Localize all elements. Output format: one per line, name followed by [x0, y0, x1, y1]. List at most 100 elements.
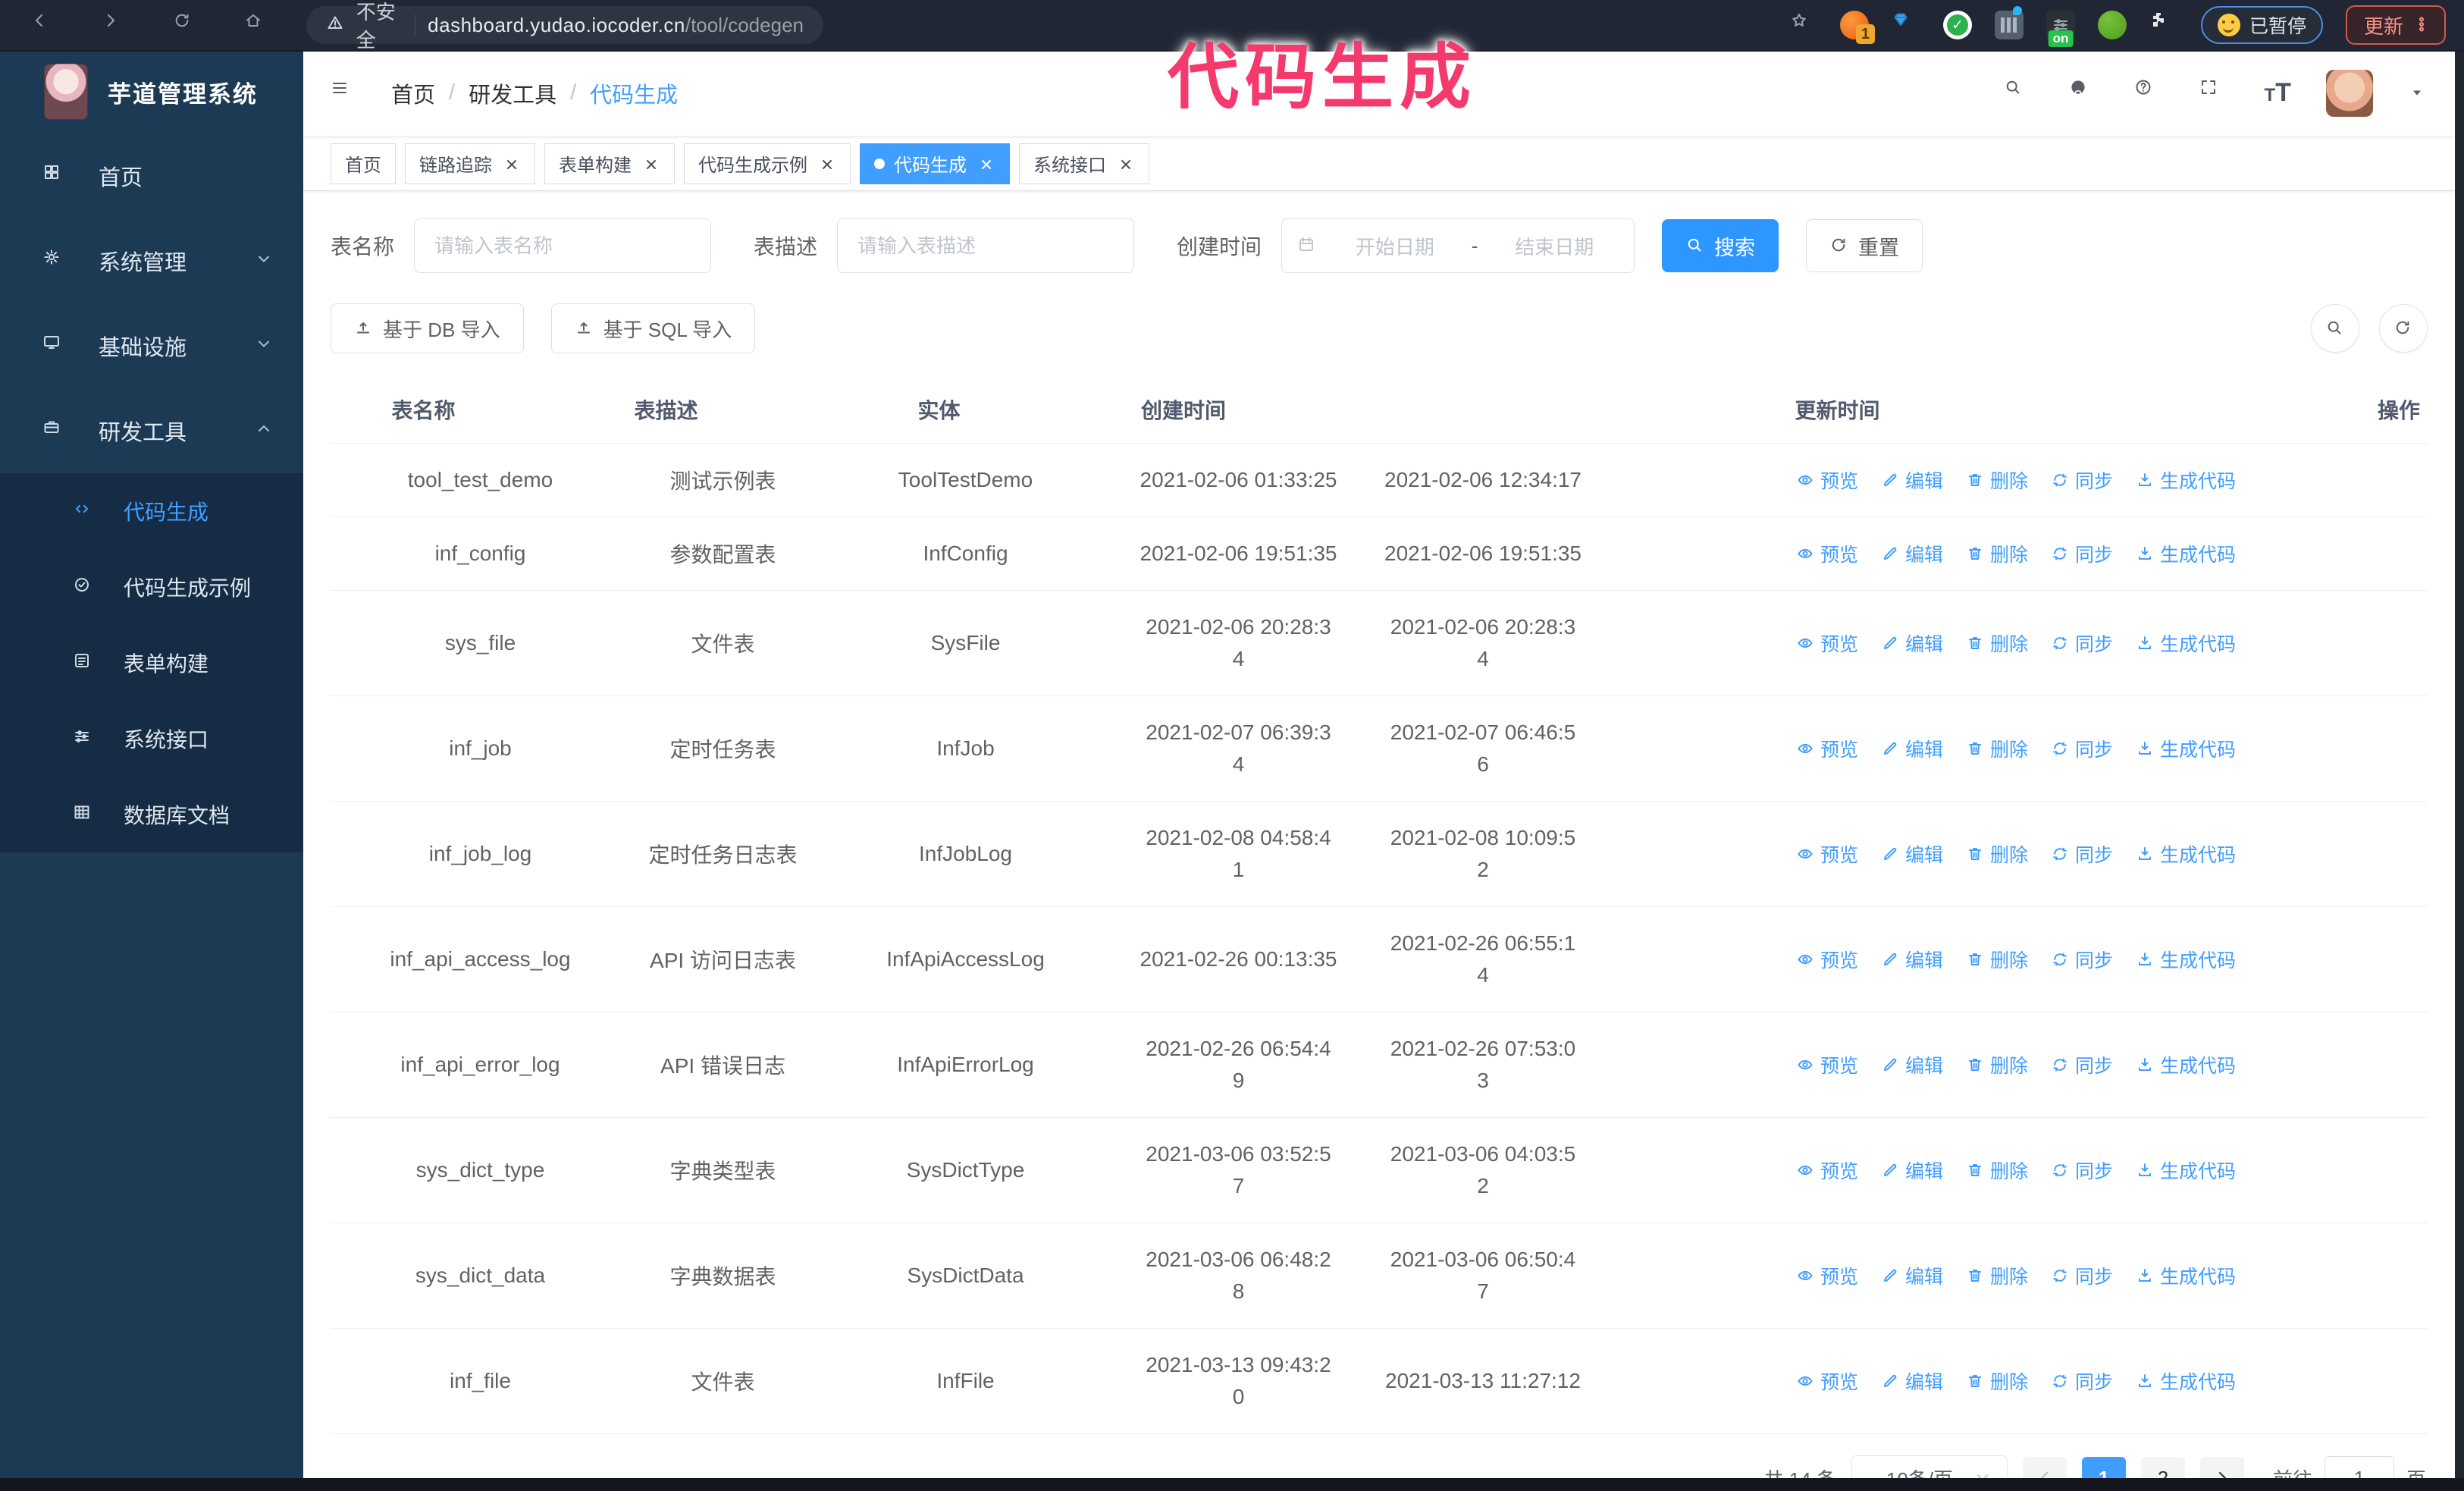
- delete-link[interactable]: 删除: [1966, 735, 2028, 762]
- delete-link[interactable]: 删除: [1966, 1367, 2028, 1395]
- tab-tracing[interactable]: 链路追踪: [405, 143, 535, 184]
- generate-code-link[interactable]: 生成代码: [2136, 466, 2236, 494]
- generate-code-link[interactable]: 生成代码: [2136, 946, 2236, 973]
- edit-link[interactable]: 编辑: [1881, 1262, 1943, 1289]
- generate-code-link[interactable]: 生成代码: [2136, 1051, 2236, 1078]
- search-icon[interactable]: [2004, 78, 2034, 108]
- generate-code-link[interactable]: 生成代码: [2136, 1262, 2236, 1289]
- sync-link[interactable]: 同步: [2051, 540, 2113, 567]
- generate-code-link[interactable]: 生成代码: [2136, 540, 2236, 567]
- tab-codegen-active[interactable]: 代码生成: [860, 143, 1010, 184]
- extension-orange-icon[interactable]: 1: [1839, 11, 1875, 44]
- delete-link[interactable]: 删除: [1966, 946, 2028, 973]
- edit-link[interactable]: 编辑: [1881, 735, 1943, 762]
- fullscreen-icon[interactable]: [2199, 78, 2230, 108]
- tab-form-builder[interactable]: 表单构建: [544, 143, 675, 184]
- sidebar-item-form-builder[interactable]: 表单构建: [0, 625, 303, 701]
- tab-system-api[interactable]: 系统接口: [1019, 143, 1149, 184]
- table-desc-input[interactable]: [837, 218, 1135, 273]
- back-icon[interactable]: [30, 11, 58, 39]
- breadcrumb-current[interactable]: 代码生成: [590, 77, 678, 109]
- generate-code-link[interactable]: 生成代码: [2136, 1157, 2236, 1184]
- preview-link[interactable]: 预览: [1796, 1262, 1858, 1289]
- toggle-search-button[interactable]: [2311, 304, 2359, 353]
- address-bar[interactable]: 不安全 dashboard.yudao.iocoder.cn/tool/code…: [306, 1, 823, 52]
- search-button[interactable]: 搜索: [1662, 219, 1779, 272]
- next-page-button[interactable]: [2199, 1457, 2244, 1478]
- edit-link[interactable]: 编辑: [1881, 1051, 1943, 1078]
- delete-link[interactable]: 删除: [1966, 1262, 2028, 1289]
- preview-link[interactable]: 预览: [1796, 840, 1858, 868]
- delete-link[interactable]: 删除: [1966, 840, 2028, 868]
- reload-icon[interactable]: [173, 11, 200, 39]
- edit-link[interactable]: 编辑: [1881, 629, 1943, 657]
- close-icon[interactable]: [641, 154, 660, 174]
- refresh-table-button[interactable]: [2379, 304, 2428, 353]
- preview-link[interactable]: 预览: [1796, 1157, 1858, 1184]
- edit-link[interactable]: 编辑: [1881, 840, 1943, 868]
- edit-link[interactable]: 编辑: [1881, 1157, 1943, 1184]
- import-sql-button[interactable]: 基于 SQL 导入: [550, 303, 756, 353]
- page-size-select[interactable]: 10条/页: [1851, 1455, 2008, 1478]
- extension-tampermonkey-icon[interactable]: [2097, 11, 2127, 39]
- delete-link[interactable]: 删除: [1966, 1051, 2028, 1078]
- sync-link[interactable]: 同步: [2051, 1051, 2113, 1078]
- sidebar-item-devtools[interactable]: 研发工具: [0, 388, 303, 473]
- profile-paused-pill[interactable]: 已暂停: [2200, 6, 2323, 44]
- caret-down-icon[interactable]: [2408, 83, 2428, 103]
- edit-link[interactable]: 编辑: [1881, 1367, 1943, 1395]
- browser-menu-dots-icon[interactable]: [2412, 15, 2432, 35]
- generate-code-link[interactable]: 生成代码: [2136, 840, 2236, 868]
- sidebar-item-codegen[interactable]: 代码生成: [0, 473, 303, 549]
- forward-icon[interactable]: [102, 11, 129, 39]
- sync-link[interactable]: 同步: [2051, 1157, 2113, 1184]
- sync-link[interactable]: 同步: [2051, 1262, 2113, 1289]
- extensions-puzzle-icon[interactable]: [2149, 11, 2178, 39]
- import-db-button[interactable]: 基于 DB 导入: [331, 303, 524, 353]
- delete-link[interactable]: 删除: [1966, 629, 2028, 657]
- avatar[interactable]: [2326, 69, 2373, 117]
- close-icon[interactable]: [1115, 154, 1135, 174]
- sidebar-logo-area[interactable]: 芋道管理系统: [0, 50, 303, 133]
- preview-link[interactable]: 预览: [1796, 735, 1858, 762]
- edit-link[interactable]: 编辑: [1881, 946, 1943, 973]
- extension-columns-icon[interactable]: [1994, 6, 2024, 39]
- reset-button[interactable]: 重置: [1806, 219, 1923, 272]
- font-size-icon[interactable]: TT: [2265, 78, 2291, 108]
- prev-page-button[interactable]: [2022, 1457, 2067, 1478]
- sidebar-item-system-api[interactable]: 系统接口: [0, 701, 303, 777]
- delete-link[interactable]: 删除: [1966, 1157, 2028, 1184]
- hamburger-icon[interactable]: [331, 79, 359, 108]
- help-icon[interactable]: [2134, 78, 2165, 108]
- browser-update-button[interactable]: 更新: [2345, 5, 2446, 45]
- bookmark-star-icon[interactable]: [1790, 11, 1817, 39]
- extension-proxy-icon[interactable]: on: [2045, 11, 2075, 47]
- window-scrollbar[interactable]: [2455, 50, 2464, 1491]
- goto-input[interactable]: [2324, 1456, 2394, 1478]
- delete-link[interactable]: 删除: [1966, 540, 2028, 567]
- sync-link[interactable]: 同步: [2051, 629, 2113, 657]
- preview-link[interactable]: 预览: [1796, 1367, 1858, 1395]
- preview-link[interactable]: 预览: [1796, 466, 1858, 494]
- breadcrumb-home[interactable]: 首页: [391, 77, 435, 109]
- generate-code-link[interactable]: 生成代码: [2136, 735, 2236, 762]
- extension-gem-icon[interactable]: [1892, 11, 1920, 39]
- sync-link[interactable]: 同步: [2051, 1367, 2113, 1395]
- close-icon[interactable]: [817, 154, 836, 174]
- generate-code-link[interactable]: 生成代码: [2136, 1367, 2236, 1395]
- browser-home-icon[interactable]: [244, 11, 271, 39]
- sidebar-item-home[interactable]: 首页: [0, 133, 303, 218]
- edit-link[interactable]: 编辑: [1881, 466, 1943, 494]
- tab-home[interactable]: 首页: [331, 143, 396, 184]
- sidebar-item-system[interactable]: 系统管理: [0, 218, 303, 303]
- preview-link[interactable]: 预览: [1796, 629, 1858, 657]
- close-icon[interactable]: [976, 154, 995, 174]
- preview-link[interactable]: 预览: [1796, 946, 1858, 973]
- github-icon[interactable]: [2069, 78, 2099, 108]
- sync-link[interactable]: 同步: [2051, 840, 2113, 868]
- sync-link[interactable]: 同步: [2051, 735, 2113, 762]
- preview-link[interactable]: 预览: [1796, 1051, 1858, 1078]
- tab-codegen-example[interactable]: 代码生成示例: [684, 143, 851, 184]
- sidebar-item-db-doc[interactable]: 数据库文档: [0, 777, 303, 852]
- page-1-button[interactable]: 1: [2081, 1457, 2126, 1478]
